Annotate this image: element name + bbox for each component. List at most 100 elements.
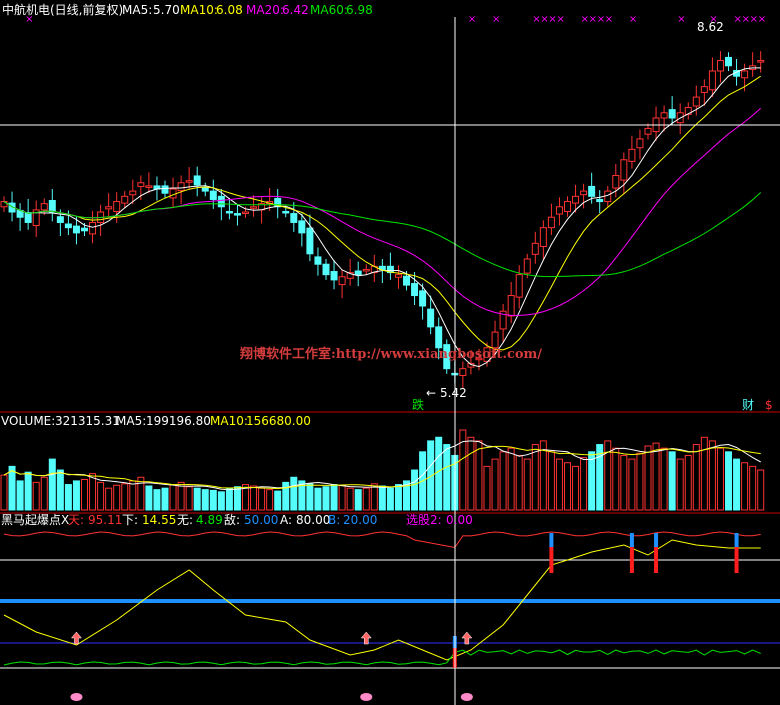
- volume-bar: [129, 480, 137, 511]
- candle-body: [572, 195, 580, 204]
- candle-body: [644, 127, 652, 135]
- candle-body: [757, 60, 765, 63]
- di-label: 敌:: [224, 512, 240, 527]
- volume-bar: [48, 458, 56, 511]
- volume-bar: [258, 487, 266, 511]
- volume-bar: [411, 469, 419, 511]
- volume-bar: [636, 452, 644, 511]
- volume-bar: [72, 480, 80, 511]
- volume-bar: [612, 447, 620, 511]
- volume-bar: [250, 485, 258, 511]
- buy-arrow-icon: [70, 631, 82, 645]
- indicator-name: 黑马起爆点X: [1, 513, 69, 527]
- candle-body: [394, 274, 402, 278]
- candle-body: [129, 190, 137, 196]
- volume-bar: [306, 483, 314, 511]
- volume-bar: [362, 487, 370, 511]
- ma60-label: MA60:: [310, 3, 348, 17]
- volume-bar: [8, 465, 16, 511]
- volume-bar: [483, 465, 491, 511]
- signal-blue-bar: [629, 533, 634, 547]
- volume-bar: [282, 481, 290, 511]
- x-marker: ×: [556, 14, 564, 25]
- buy-arrow-icon: [461, 631, 473, 645]
- candle-body: [290, 213, 298, 223]
- volume-bar: [692, 444, 700, 511]
- low-arrow: ←: [426, 386, 436, 400]
- volume-bar: [121, 483, 129, 511]
- volume-label: VOLUME:: [1, 414, 55, 428]
- candle-body: [306, 227, 314, 255]
- volume-bar: [89, 473, 97, 511]
- candle-body: [547, 216, 555, 229]
- volume-bar: [499, 451, 507, 511]
- volume-bar: [676, 458, 684, 511]
- candle-body: [620, 159, 628, 181]
- volume-bar: [354, 489, 362, 511]
- candle-body: [419, 290, 427, 307]
- volume-bar: [668, 451, 676, 511]
- bottom-marker-icon: [460, 693, 473, 701]
- volume-bar: [564, 462, 571, 511]
- volume-ma10-label: MA10:: [210, 414, 248, 428]
- volume-bar: [580, 457, 588, 511]
- volume-ma5-label: MA5:: [116, 414, 146, 428]
- volume-bar: [539, 440, 547, 511]
- volume-bar: [684, 454, 692, 511]
- ma10-line: [3, 75, 761, 351]
- stock-title: 中航机电(日线,前复权): [2, 2, 123, 17]
- volume-bar: [515, 454, 523, 511]
- candle-body: [40, 203, 48, 211]
- volume-bar: [741, 462, 749, 511]
- candle-body: [459, 368, 467, 376]
- candle-body: [636, 138, 644, 149]
- volume-bar: [475, 440, 483, 511]
- candle-body: [531, 242, 539, 255]
- volume-bar: [716, 447, 724, 511]
- volume-bar: [169, 484, 177, 511]
- a-value: 80.00: [296, 513, 330, 527]
- candle-body: [137, 182, 145, 187]
- watermark: 翔博软件工作室:http://www.xiangbosoft.com/: [239, 346, 542, 362]
- candle-body: [56, 216, 64, 223]
- signal-red-bar: [549, 547, 554, 573]
- candle-body: [330, 271, 338, 281]
- candle-body: [193, 175, 201, 186]
- volume-bar: [346, 487, 354, 511]
- volume-bar: [523, 458, 531, 511]
- candle-body: [660, 112, 668, 119]
- candle-body: [700, 86, 708, 93]
- indicator-panel: [0, 531, 780, 701]
- candle-body: [338, 276, 346, 286]
- candle-body: [580, 190, 588, 196]
- volume-bar: [338, 484, 346, 511]
- volume-bar: [217, 491, 225, 511]
- volume-bar: [733, 458, 741, 511]
- volume-bar: [97, 481, 105, 511]
- candle-body: [523, 258, 531, 274]
- tian-label: 天:: [68, 513, 84, 527]
- candle-body: [668, 109, 676, 119]
- tag-dollar: $: [765, 398, 773, 412]
- volume-bar: [757, 469, 765, 511]
- volume-bar: [572, 465, 580, 511]
- candle-body: [105, 206, 113, 210]
- candle-body: [225, 210, 233, 214]
- volume-bar: [0, 474, 8, 511]
- volume-bar: [531, 444, 539, 511]
- di-value: 50.00: [244, 513, 278, 527]
- wu-label: 无:: [177, 513, 193, 527]
- volume-bar: [274, 490, 282, 511]
- volume-bar: [266, 489, 274, 511]
- volume-bar: [749, 465, 757, 511]
- x-marker: ×: [605, 14, 613, 25]
- tian-line: [3, 531, 761, 549]
- candle-body: [169, 188, 177, 199]
- stock-chart: × × × × × × × × × × × × × × × × × × 中航机电(日线,前复权) MA5: 5.7…: [0, 2, 780, 705]
- volume-bar: [193, 487, 201, 511]
- signal-red-bar: [734, 547, 739, 573]
- volume-bar: [555, 458, 563, 511]
- xia-label: 下:: [122, 513, 138, 527]
- x-marker: ×: [758, 14, 766, 25]
- ma20-label: MA20:: [246, 3, 284, 17]
